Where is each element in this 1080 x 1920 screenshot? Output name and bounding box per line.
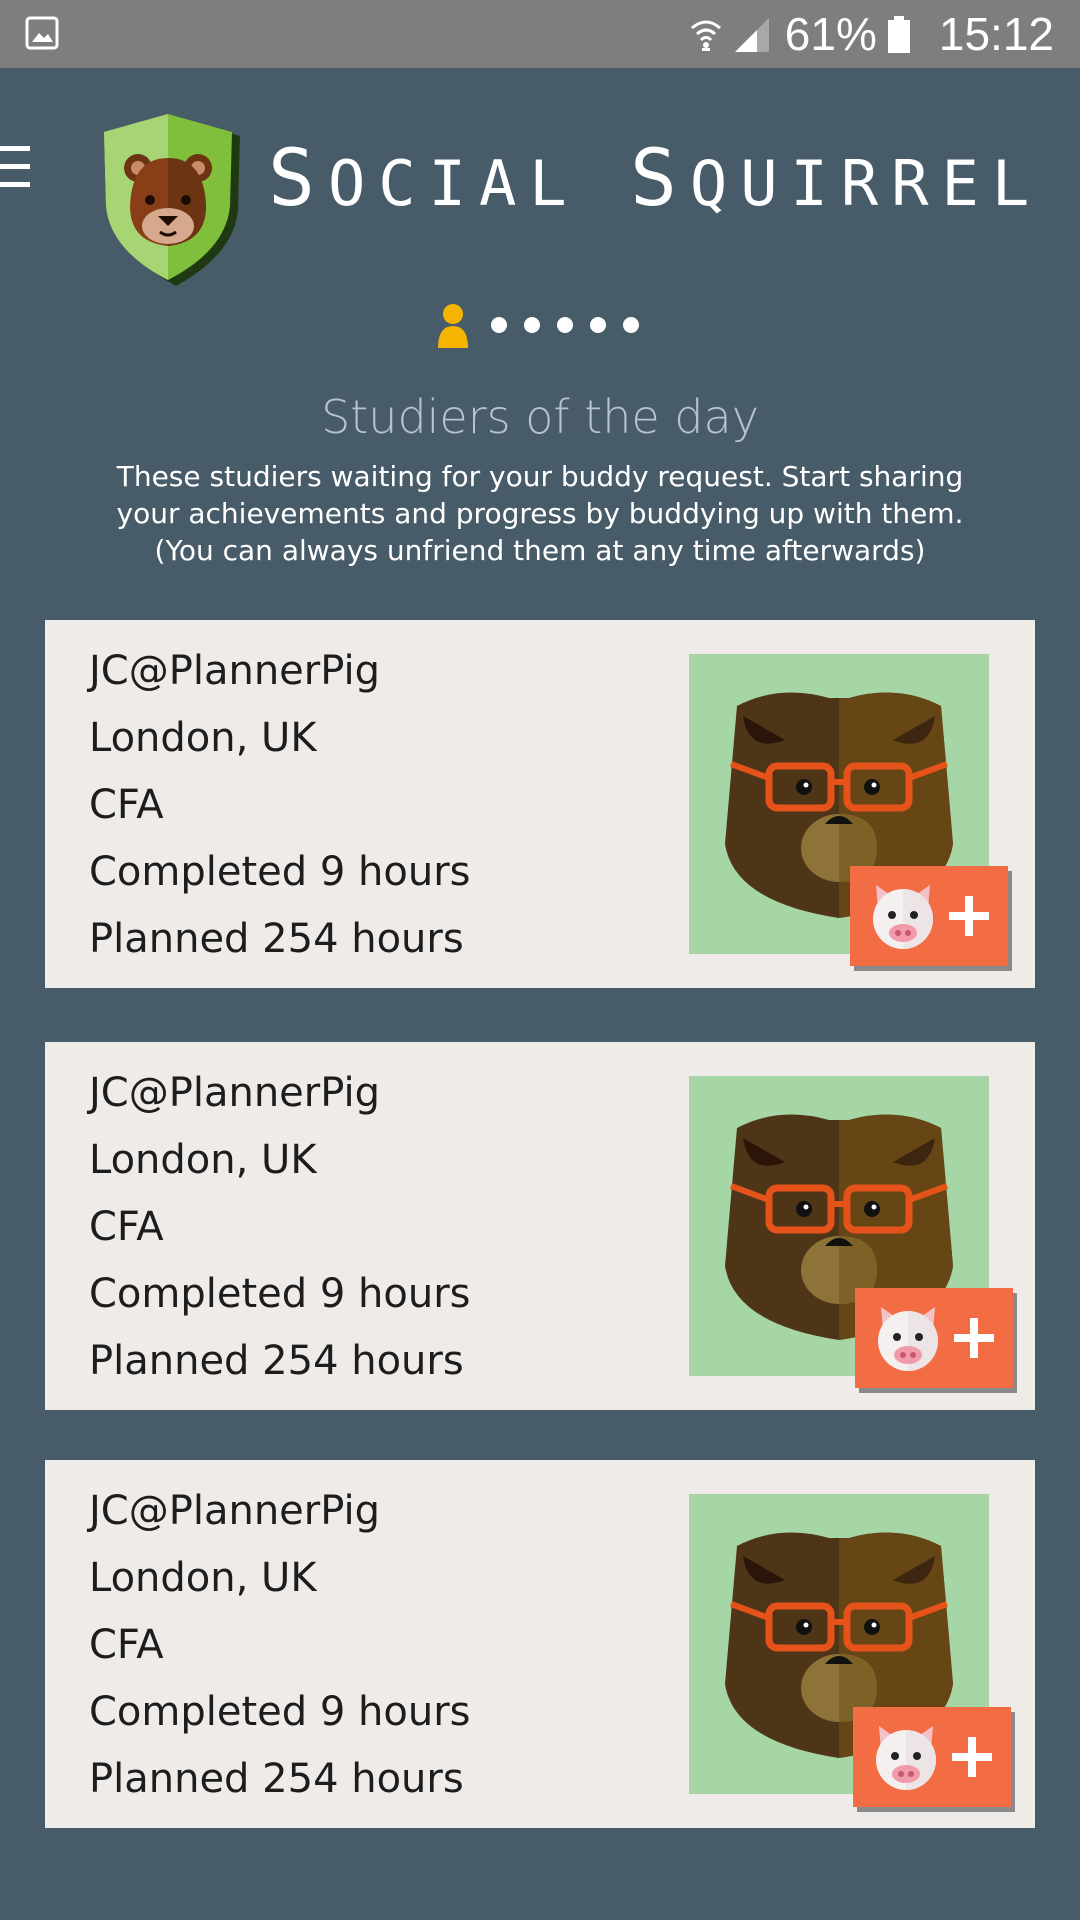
pig-icon (878, 1307, 938, 1371)
wifi-icon (690, 20, 721, 51)
title-word-2: SQUIRREL (629, 134, 1043, 224)
add-buddy-button[interactable] (853, 1707, 1011, 1807)
section-title: Studiers of the day (321, 390, 759, 444)
studier-username: JC@PlannerPig (89, 648, 380, 694)
studier-location: London, UK (89, 1137, 317, 1183)
app-title: SOCIAL SQUIRREL (268, 134, 1042, 224)
pig-icon (873, 885, 933, 949)
page-dot[interactable] (623, 317, 639, 333)
page-dot[interactable] (491, 317, 507, 333)
menu-icon[interactable] (0, 144, 34, 192)
squirrel-shield-logo (104, 114, 240, 286)
studier-completed-hours: Completed 9 hours (89, 849, 471, 895)
battery-percent: 61% (784, 8, 877, 60)
plus-icon (954, 1318, 994, 1358)
studier-course: CFA (89, 1204, 164, 1250)
page-indicator[interactable] (432, 300, 639, 348)
studier-completed-hours: Completed 9 hours (89, 1271, 471, 1317)
section-description: These studiers waiting for your buddy re… (116, 460, 964, 567)
studier-info: JC@PlannerPig London, UK CFA Completed 9… (89, 1478, 471, 1813)
studier-course: CFA (89, 782, 164, 828)
person-icon (438, 304, 468, 348)
add-buddy-button[interactable] (855, 1288, 1013, 1388)
studier-completed-hours: Completed 9 hours (89, 1689, 471, 1735)
studier-course: CFA (89, 1622, 164, 1668)
studier-planned-hours: Planned 254 hours (89, 1756, 464, 1802)
gallery-icon (25, 16, 59, 50)
page-dot[interactable] (557, 317, 573, 333)
studier-username: JC@PlannerPig (89, 1488, 380, 1534)
studier-planned-hours: Planned 254 hours (89, 916, 464, 962)
studier-location: London, UK (89, 1555, 317, 1601)
studier-planned-hours: Planned 254 hours (89, 1338, 464, 1384)
page-dot[interactable] (524, 317, 540, 333)
page-dot[interactable] (590, 317, 606, 333)
clock: 15:12 (938, 8, 1054, 60)
studier-info: JC@PlannerPig London, UK CFA Completed 9… (89, 1060, 471, 1395)
signal-icon (734, 18, 769, 52)
status-bar: 61% 15:12 (0, 0, 1080, 68)
pig-icon (876, 1726, 936, 1790)
battery-icon (887, 16, 910, 53)
studier-info: JC@PlannerPig London, UK CFA Completed 9… (89, 638, 471, 973)
plus-icon (952, 1737, 992, 1777)
studier-username: JC@PlannerPig (89, 1070, 380, 1116)
plus-icon (949, 896, 989, 936)
title-word-1: SOCIAL (268, 134, 580, 224)
studier-location: London, UK (89, 715, 317, 761)
add-buddy-button[interactable] (850, 866, 1008, 966)
status-icons: 61% 15:12 (689, 4, 1054, 64)
